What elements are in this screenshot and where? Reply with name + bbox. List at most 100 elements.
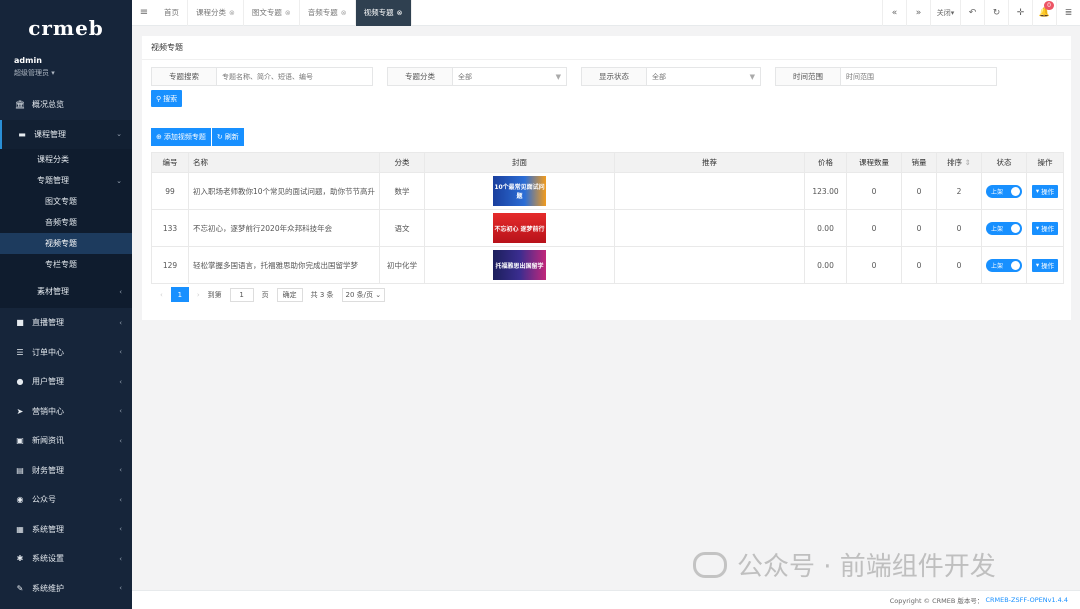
menu-material[interactable]: 素材管理 ‹ bbox=[0, 275, 132, 308]
chevron-down-icon: ⌄ bbox=[375, 290, 382, 299]
menu-topic-video[interactable]: 视频专题 bbox=[0, 233, 132, 254]
close-icon[interactable]: ⊗ bbox=[397, 9, 403, 17]
page-current[interactable]: 1 bbox=[170, 287, 189, 302]
menu-toggle-icon[interactable]: ≡ bbox=[132, 7, 156, 18]
page-size-select[interactable]: 20 条/页 ⌄ bbox=[341, 287, 386, 302]
cell-name: 初入职场老师教你10个常见的面试问题，助你节节高升 bbox=[188, 172, 380, 210]
sidebar-item-label: 系统设置 bbox=[32, 554, 64, 564]
row-action-label: 操作 bbox=[1041, 225, 1055, 233]
menu-course-mgmt[interactable]: ▬ 课程管理 ⌄ bbox=[0, 119, 132, 149]
logo: crmeb bbox=[28, 16, 104, 40]
sidebar-item-4[interactable]: ▣ 新闻资讯 ‹ bbox=[0, 426, 132, 456]
col-actions: 操作 bbox=[1026, 152, 1064, 173]
sidebar-item-1[interactable]: ☰ 订单中心 ‹ bbox=[0, 338, 132, 368]
bell-icon[interactable]: 🔔 0 bbox=[1032, 0, 1056, 26]
add-video-topic-button[interactable]: ⊕ 添加视频专题 bbox=[151, 128, 211, 146]
menu-overview[interactable]: 🏛 概况总览 bbox=[0, 90, 132, 120]
content-panel: 视频专题 专题搜索 专题名称、简介、短语、编号 专题分类 全部 ▼ 显示状态 全部… bbox=[142, 36, 1071, 320]
next-page-icon[interactable]: › bbox=[197, 291, 200, 299]
cell-sort: 0 bbox=[936, 246, 982, 284]
toggle-knob bbox=[1011, 223, 1020, 233]
scroll-left-icon[interactable]: « bbox=[882, 0, 906, 26]
toggle-knob bbox=[1011, 260, 1020, 270]
status-toggle[interactable]: 上架 bbox=[986, 258, 1022, 272]
tab-audio-topic[interactable]: 音频专题 ⊗ bbox=[300, 0, 356, 26]
pagination: ‹ 1 › 到第 1 页 确定 共 3 条 20 条/页 ⌄ bbox=[160, 287, 393, 302]
prev-page-icon[interactable]: ‹ bbox=[160, 291, 163, 299]
chevron-down-icon: ▼ bbox=[555, 72, 561, 81]
menu-course-category[interactable]: 课程分类 bbox=[0, 149, 132, 170]
row-action-dropdown[interactable]: ▾ 操作 bbox=[1031, 184, 1059, 198]
tab-graphic-topic[interactable]: 图文专题 ⊗ bbox=[244, 0, 300, 26]
search-button-label: 搜索 bbox=[163, 94, 178, 103]
chevron-left-icon: ‹ bbox=[119, 318, 122, 327]
watermark: 公众号 · 前端组件开发 bbox=[693, 546, 996, 583]
chevron-left-icon: ‹ bbox=[119, 525, 122, 534]
scroll-right-icon[interactable]: » bbox=[906, 0, 930, 26]
refresh-icon[interactable]: ↻ bbox=[984, 0, 1008, 26]
time-range-input[interactable]: 时间范围 bbox=[841, 67, 997, 86]
more-icon[interactable]: ≣ bbox=[1056, 0, 1080, 26]
bank-icon: 🏛 bbox=[14, 100, 26, 110]
tab-course-category[interactable]: 课程分类 ⊗ bbox=[188, 0, 244, 26]
refresh-button-label: 刷新 bbox=[224, 133, 239, 141]
sort-icon[interactable]: ⇕ bbox=[965, 158, 971, 167]
fullscreen-icon[interactable]: ✛ bbox=[1008, 0, 1032, 26]
page-input[interactable]: 1 bbox=[229, 287, 254, 302]
close-icon[interactable]: ⊗ bbox=[285, 9, 291, 17]
cover-image: 托福雅思出国留学 bbox=[493, 250, 546, 280]
search-button[interactable]: ⚲ 搜索 bbox=[151, 90, 183, 107]
sidebar-item-5[interactable]: ▤ 财务管理 ‹ bbox=[0, 456, 132, 486]
sidebar-item-2[interactable]: ● 用户管理 ‹ bbox=[0, 367, 132, 397]
tab-video-topic[interactable]: 视频专题 ⊗ bbox=[355, 0, 412, 26]
status-select[interactable]: 全部 ▼ bbox=[647, 67, 761, 86]
col-sort[interactable]: 排序 ⇕ bbox=[936, 152, 982, 173]
sidebar-item-label: 营销中心 bbox=[32, 406, 64, 416]
row-action-dropdown[interactable]: ▾ 操作 bbox=[1031, 258, 1059, 272]
sidebar-item-8[interactable]: ✱ 系统设置 ‹ bbox=[0, 544, 132, 574]
close-icon[interactable]: ⊗ bbox=[341, 9, 347, 17]
user-role[interactable]: 超级管理员 ▾ bbox=[14, 68, 118, 78]
cell-courses: 0 bbox=[846, 246, 902, 284]
cell-sales: 0 bbox=[901, 172, 937, 210]
topic-table: 编号 名称 分类 封面 推荐 价格 课程数量 销量 排序 ⇕ 状态 操作 99 … bbox=[151, 152, 1064, 284]
wrench-icon: ✎ bbox=[16, 583, 24, 593]
col-id: 编号 bbox=[151, 152, 189, 173]
back-icon[interactable]: ↶ bbox=[960, 0, 984, 26]
sidebar-item-9[interactable]: ✎ 系统维护 ‹ bbox=[0, 574, 132, 604]
menu-topic-column[interactable]: 专栏专题 bbox=[0, 254, 132, 275]
row-action-dropdown[interactable]: ▾ 操作 bbox=[1031, 221, 1059, 235]
tab-home[interactable]: 首页 bbox=[156, 0, 188, 26]
user-info[interactable]: admin 超级管理员 ▾ bbox=[0, 56, 132, 84]
status-toggle[interactable]: 上架 bbox=[986, 221, 1022, 235]
menu-topic-mgmt[interactable]: 专题管理 ⌄ bbox=[0, 170, 132, 191]
sidebar-item-6[interactable]: ◉ 公众号 ‹ bbox=[0, 485, 132, 515]
status-filter-label: 显示状态 bbox=[581, 67, 647, 86]
sidebar-item-label: 系统管理 bbox=[32, 524, 64, 534]
sidebar-item-label: 财务管理 bbox=[32, 465, 64, 475]
cell-cover: 不忘初心 逐梦前行 bbox=[424, 209, 615, 247]
sidebar-item-7[interactable]: ▦ 系统管理 ‹ bbox=[0, 515, 132, 545]
cell-id: 99 bbox=[151, 172, 189, 210]
search-input[interactable]: 专题名称、简介、短语、编号 bbox=[217, 67, 373, 86]
footer-version-link[interactable]: CRMEB-ZSFF-OPENv1.4.4 bbox=[985, 596, 1068, 604]
refresh-button[interactable]: ↻ 刷新 bbox=[211, 128, 244, 146]
add-button-label: 添加视频专题 bbox=[163, 133, 206, 141]
sidebar-item-3[interactable]: ➤ 营销中心 ‹ bbox=[0, 397, 132, 427]
cell-price: 0.00 bbox=[804, 246, 847, 284]
category-select[interactable]: 全部 ▼ bbox=[453, 67, 567, 86]
menu-topic-graphic[interactable]: 图文专题 bbox=[0, 191, 132, 212]
cell-category: 初中化学 bbox=[379, 246, 425, 284]
time-filter-label: 时间范围 bbox=[775, 67, 841, 86]
table-row: 99 初入职场老师教你10个常见的面试问题，助你节节高升 数学 10个最常见面试… bbox=[151, 172, 1064, 210]
chevron-left-icon: ‹ bbox=[119, 466, 122, 475]
sidebar-item-label: 新闻资讯 bbox=[32, 436, 64, 446]
sidebar-item-0[interactable]: ■ 直播管理 ‹ bbox=[0, 308, 132, 338]
close-tabs-button[interactable]: 关闭▾ bbox=[930, 0, 960, 26]
status-toggle[interactable]: 上架 bbox=[986, 184, 1022, 198]
close-icon[interactable]: ⊗ bbox=[229, 9, 235, 17]
menu-topic-audio[interactable]: 音频专题 bbox=[0, 212, 132, 233]
menu-topic-mgmt-label: 专题管理 bbox=[37, 176, 69, 185]
goto-confirm-button[interactable]: 确定 bbox=[276, 287, 303, 302]
col-sales: 销量 bbox=[901, 152, 937, 173]
